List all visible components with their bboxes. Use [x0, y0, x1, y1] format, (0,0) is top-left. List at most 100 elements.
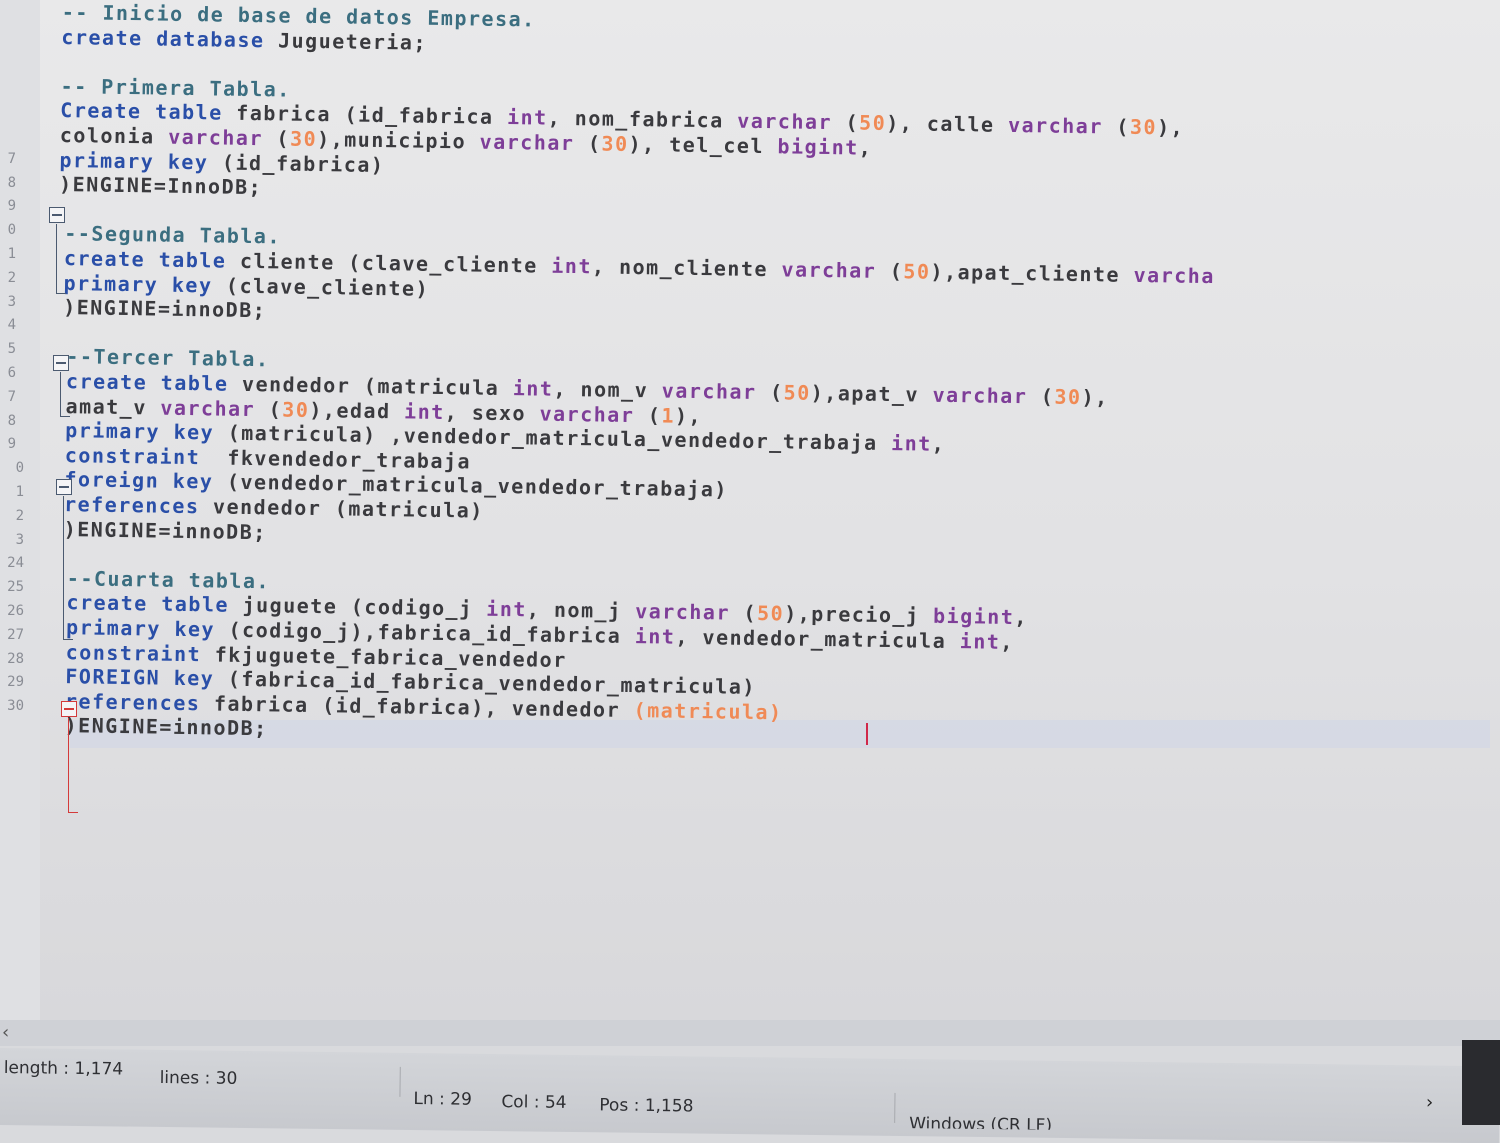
code-token: , nom_v [553, 377, 662, 403]
document-lines: lines : 30 [160, 1068, 238, 1089]
code-token: int [486, 597, 527, 622]
code-token: 50 [757, 601, 784, 625]
fold-toggle-icon[interactable] [56, 479, 72, 495]
line-ending-format: Windows (CR LF) [909, 1114, 1109, 1130]
code-token: ),precio_j [784, 602, 933, 628]
code-token: bigint [933, 604, 1015, 629]
code-area[interactable]: -- Inicio de base de datos Empresa.creat… [50, 0, 1492, 782]
code-token: amat_v [65, 394, 160, 419]
code-token: --Cuarta tabla. [67, 566, 270, 593]
fold-guide-end [60, 416, 70, 417]
code-token: (matricula) [633, 698, 782, 724]
code-line[interactable]: )ENGINE=innoDB; [63, 295, 266, 322]
document-length: length : 1,174 [4, 1058, 124, 1079]
code-token: , [859, 136, 873, 160]
code-token: colonia [60, 123, 169, 149]
code-token: ), [1081, 385, 1108, 409]
code-token: int [891, 431, 932, 456]
line-number: 9 [0, 198, 16, 214]
code-line[interactable]: )ENGINE=InnoDB; [59, 172, 262, 199]
code-line[interactable]: -- Primera Tabla. [60, 74, 291, 102]
code-token: bigint [777, 134, 859, 159]
cursor-column: Col : 54 [501, 1092, 566, 1113]
code-line[interactable]: )ENGINE=innoDB; [64, 517, 267, 544]
code-token: ( [1027, 384, 1054, 408]
code-token: 1 [661, 403, 675, 427]
code-token: ),municipio [317, 127, 480, 154]
scroll-left-icon[interactable]: ‹ [2, 1022, 20, 1044]
code-token: ), calle [886, 111, 1008, 137]
code-token: fkvendedor_trabaja [200, 445, 471, 473]
code-token: create table [64, 246, 227, 273]
code-token: varchar [932, 383, 1027, 408]
code-token: varcha [1133, 263, 1215, 288]
code-token: -- Primera Tabla. [60, 74, 291, 102]
code-token: varchar [737, 109, 832, 134]
line-number: 30 [0, 698, 24, 714]
fold-toggle-icon[interactable] [53, 355, 69, 371]
line-number: 0 [0, 460, 24, 476]
fold-guide [68, 718, 69, 812]
code-line[interactable]: create database Jugueteria; [61, 25, 427, 55]
code-token: Jugueteria; [264, 28, 427, 55]
scroll-right-icon[interactable]: › [1426, 1092, 1446, 1114]
line-number: 29 [0, 674, 24, 690]
code-line[interactable]: --Segunda Tabla. [64, 221, 281, 248]
code-token: create database [61, 25, 264, 52]
status-separator [894, 1093, 895, 1123]
code-token: --Tercer Tabla. [66, 345, 269, 372]
line-number: 3 [0, 532, 24, 548]
line-number: 27 [0, 627, 24, 643]
code-token: vendedor (matricula) [199, 494, 484, 522]
code-token: constraint [66, 640, 202, 666]
code-token: ( [730, 601, 757, 625]
status-separator [399, 1067, 400, 1097]
text-caret [866, 723, 868, 745]
code-line[interactable]: --Cuarta tabla. [67, 566, 270, 593]
code-token: 30 [282, 397, 309, 421]
code-token: 50 [859, 111, 886, 135]
line-number-gutter: 7890123456789012324252627282930 [0, 0, 40, 1020]
code-token: , [1000, 630, 1014, 654]
code-token: references [64, 492, 200, 518]
code-token: )ENGINE=InnoDB; [59, 172, 262, 199]
line-number: 1 [0, 484, 24, 500]
fold-toggle-icon[interactable] [49, 207, 65, 223]
fold-guide-end [63, 639, 73, 640]
status-bar: length : 1,174 lines : 30 Ln : 29 Col : … [0, 1048, 1500, 1143]
code-token: ),edad [309, 398, 404, 423]
code-token: ( [263, 126, 290, 150]
code-token: , nom_j [527, 598, 636, 624]
horizontal-scrollbar[interactable] [0, 1020, 1500, 1046]
code-token: int [551, 254, 592, 279]
code-token: --Segunda Tabla. [64, 221, 281, 248]
code-token: varchar [539, 401, 634, 426]
line-number: 5 [0, 341, 16, 357]
line-number: 8 [0, 175, 16, 191]
cursor-line: Ln : 29 [413, 1089, 472, 1110]
code-token: create table [66, 369, 229, 396]
line-number: 26 [0, 603, 24, 619]
code-token: create table [66, 591, 229, 618]
code-token: int [513, 376, 554, 401]
text-editor[interactable]: 7890123456789012324252627282930 -- Inici… [0, 0, 1500, 1020]
code-token: ( [574, 131, 601, 155]
code-token: , nom_fabrica [548, 106, 738, 133]
code-token: ),apat_cliente [930, 260, 1133, 287]
code-token: FOREIGN key [65, 664, 214, 690]
code-line[interactable]: --Tercer Tabla. [66, 345, 269, 372]
line-number: 28 [0, 651, 24, 667]
line-number: 7 [0, 389, 16, 405]
fold-guide-end [56, 293, 66, 294]
fold-guide-end [68, 812, 78, 813]
code-token: primary key [63, 271, 212, 297]
code-token: varchar [168, 125, 263, 150]
line-number: 4 [0, 317, 16, 333]
line-number: 9 [0, 436, 16, 452]
line-number: 0 [0, 222, 16, 238]
line-number: 7 [0, 151, 16, 167]
fold-toggle-icon[interactable] [61, 701, 77, 717]
code-token: ), [1157, 116, 1184, 140]
code-token: int [960, 629, 1001, 654]
code-line[interactable]: )ENGINE=innoDB; [64, 714, 267, 741]
